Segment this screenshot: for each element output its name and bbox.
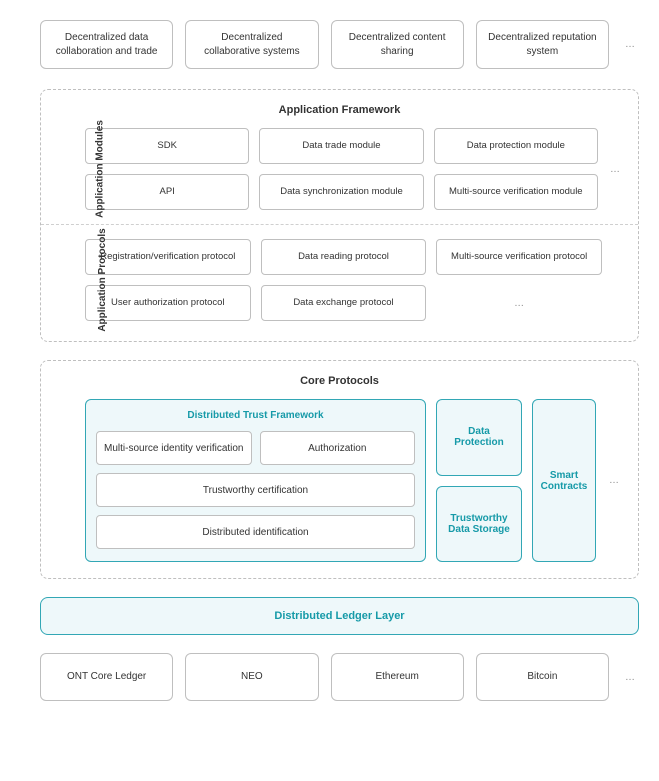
application-framework-title: Application Framework (57, 104, 622, 116)
top-app-box: Decentralized content sharing (331, 20, 464, 69)
ellipsis-icon: … (621, 653, 639, 701)
ledger-box: ONT Core Ledger (40, 653, 173, 701)
ledger-implementations-row: ONT Core Ledger NEO Ethereum Bitcoin … (40, 653, 639, 701)
application-protocols-section: Application Protocols Registration/verif… (57, 239, 622, 321)
application-framework-panel: Application Framework Application Module… (40, 89, 639, 342)
divider (41, 224, 638, 225)
protocol-box: Data reading protocol (261, 239, 427, 275)
module-box: Data synchronization module (259, 174, 423, 210)
top-app-box: Decentralized collaborative systems (185, 20, 318, 69)
application-modules-label: Application Modules (94, 120, 105, 218)
ellipsis-icon: … (436, 285, 602, 321)
ellipsis-icon: … (606, 399, 622, 562)
smart-contracts-box: Smart Contracts (532, 399, 596, 562)
smart-contracts-column: Smart Contracts (532, 399, 596, 562)
distributed-ledger-layer-bar: Distributed Ledger Layer (40, 597, 639, 635)
core-mid-column: Data Protection Trustworthy Data Storage (436, 399, 522, 562)
module-box-sdk: SDK (85, 128, 249, 164)
core-protocols-title: Core Protocols (57, 375, 622, 387)
application-modules-section: Application Modules SDK Data trade modul… (57, 128, 622, 210)
ellipsis-icon: … (621, 20, 639, 69)
top-app-box: Decentralized reputation system (476, 20, 609, 69)
dtf-item: Authorization (260, 431, 416, 465)
top-app-box: Decentralized data collaboration and tra… (40, 20, 173, 69)
protocol-box: Multi-source verification protocol (436, 239, 602, 275)
protocol-box: Registration/verification protocol (85, 239, 251, 275)
trustworthy-data-storage-box: Trustworthy Data Storage (436, 486, 522, 563)
module-box: Multi-source verification module (434, 174, 598, 210)
data-protection-box: Data Protection (436, 399, 522, 476)
ellipsis-icon: … (608, 128, 622, 210)
module-box-api: API (85, 174, 249, 210)
dtf-item: Multi-source identity verification (96, 431, 252, 465)
protocol-box: User authorization protocol (85, 285, 251, 321)
core-protocols-panel: Core Protocols Distributed Trust Framewo… (40, 360, 639, 579)
top-applications-row: Decentralized data collaboration and tra… (40, 20, 639, 69)
module-box: Data protection module (434, 128, 598, 164)
ledger-box: NEO (185, 653, 318, 701)
ledger-box: Ethereum (331, 653, 464, 701)
application-protocols-label: Application Protocols (97, 228, 108, 331)
dtf-item: Distributed identification (96, 515, 415, 549)
protocol-box: Data exchange protocol (261, 285, 427, 321)
distributed-trust-framework-panel: Distributed Trust Framework Multi-source… (85, 399, 426, 562)
module-box: Data trade module (259, 128, 423, 164)
dtf-item: Trustworthy certification (96, 473, 415, 507)
dtf-title: Distributed Trust Framework (96, 410, 415, 421)
ledger-box: Bitcoin (476, 653, 609, 701)
